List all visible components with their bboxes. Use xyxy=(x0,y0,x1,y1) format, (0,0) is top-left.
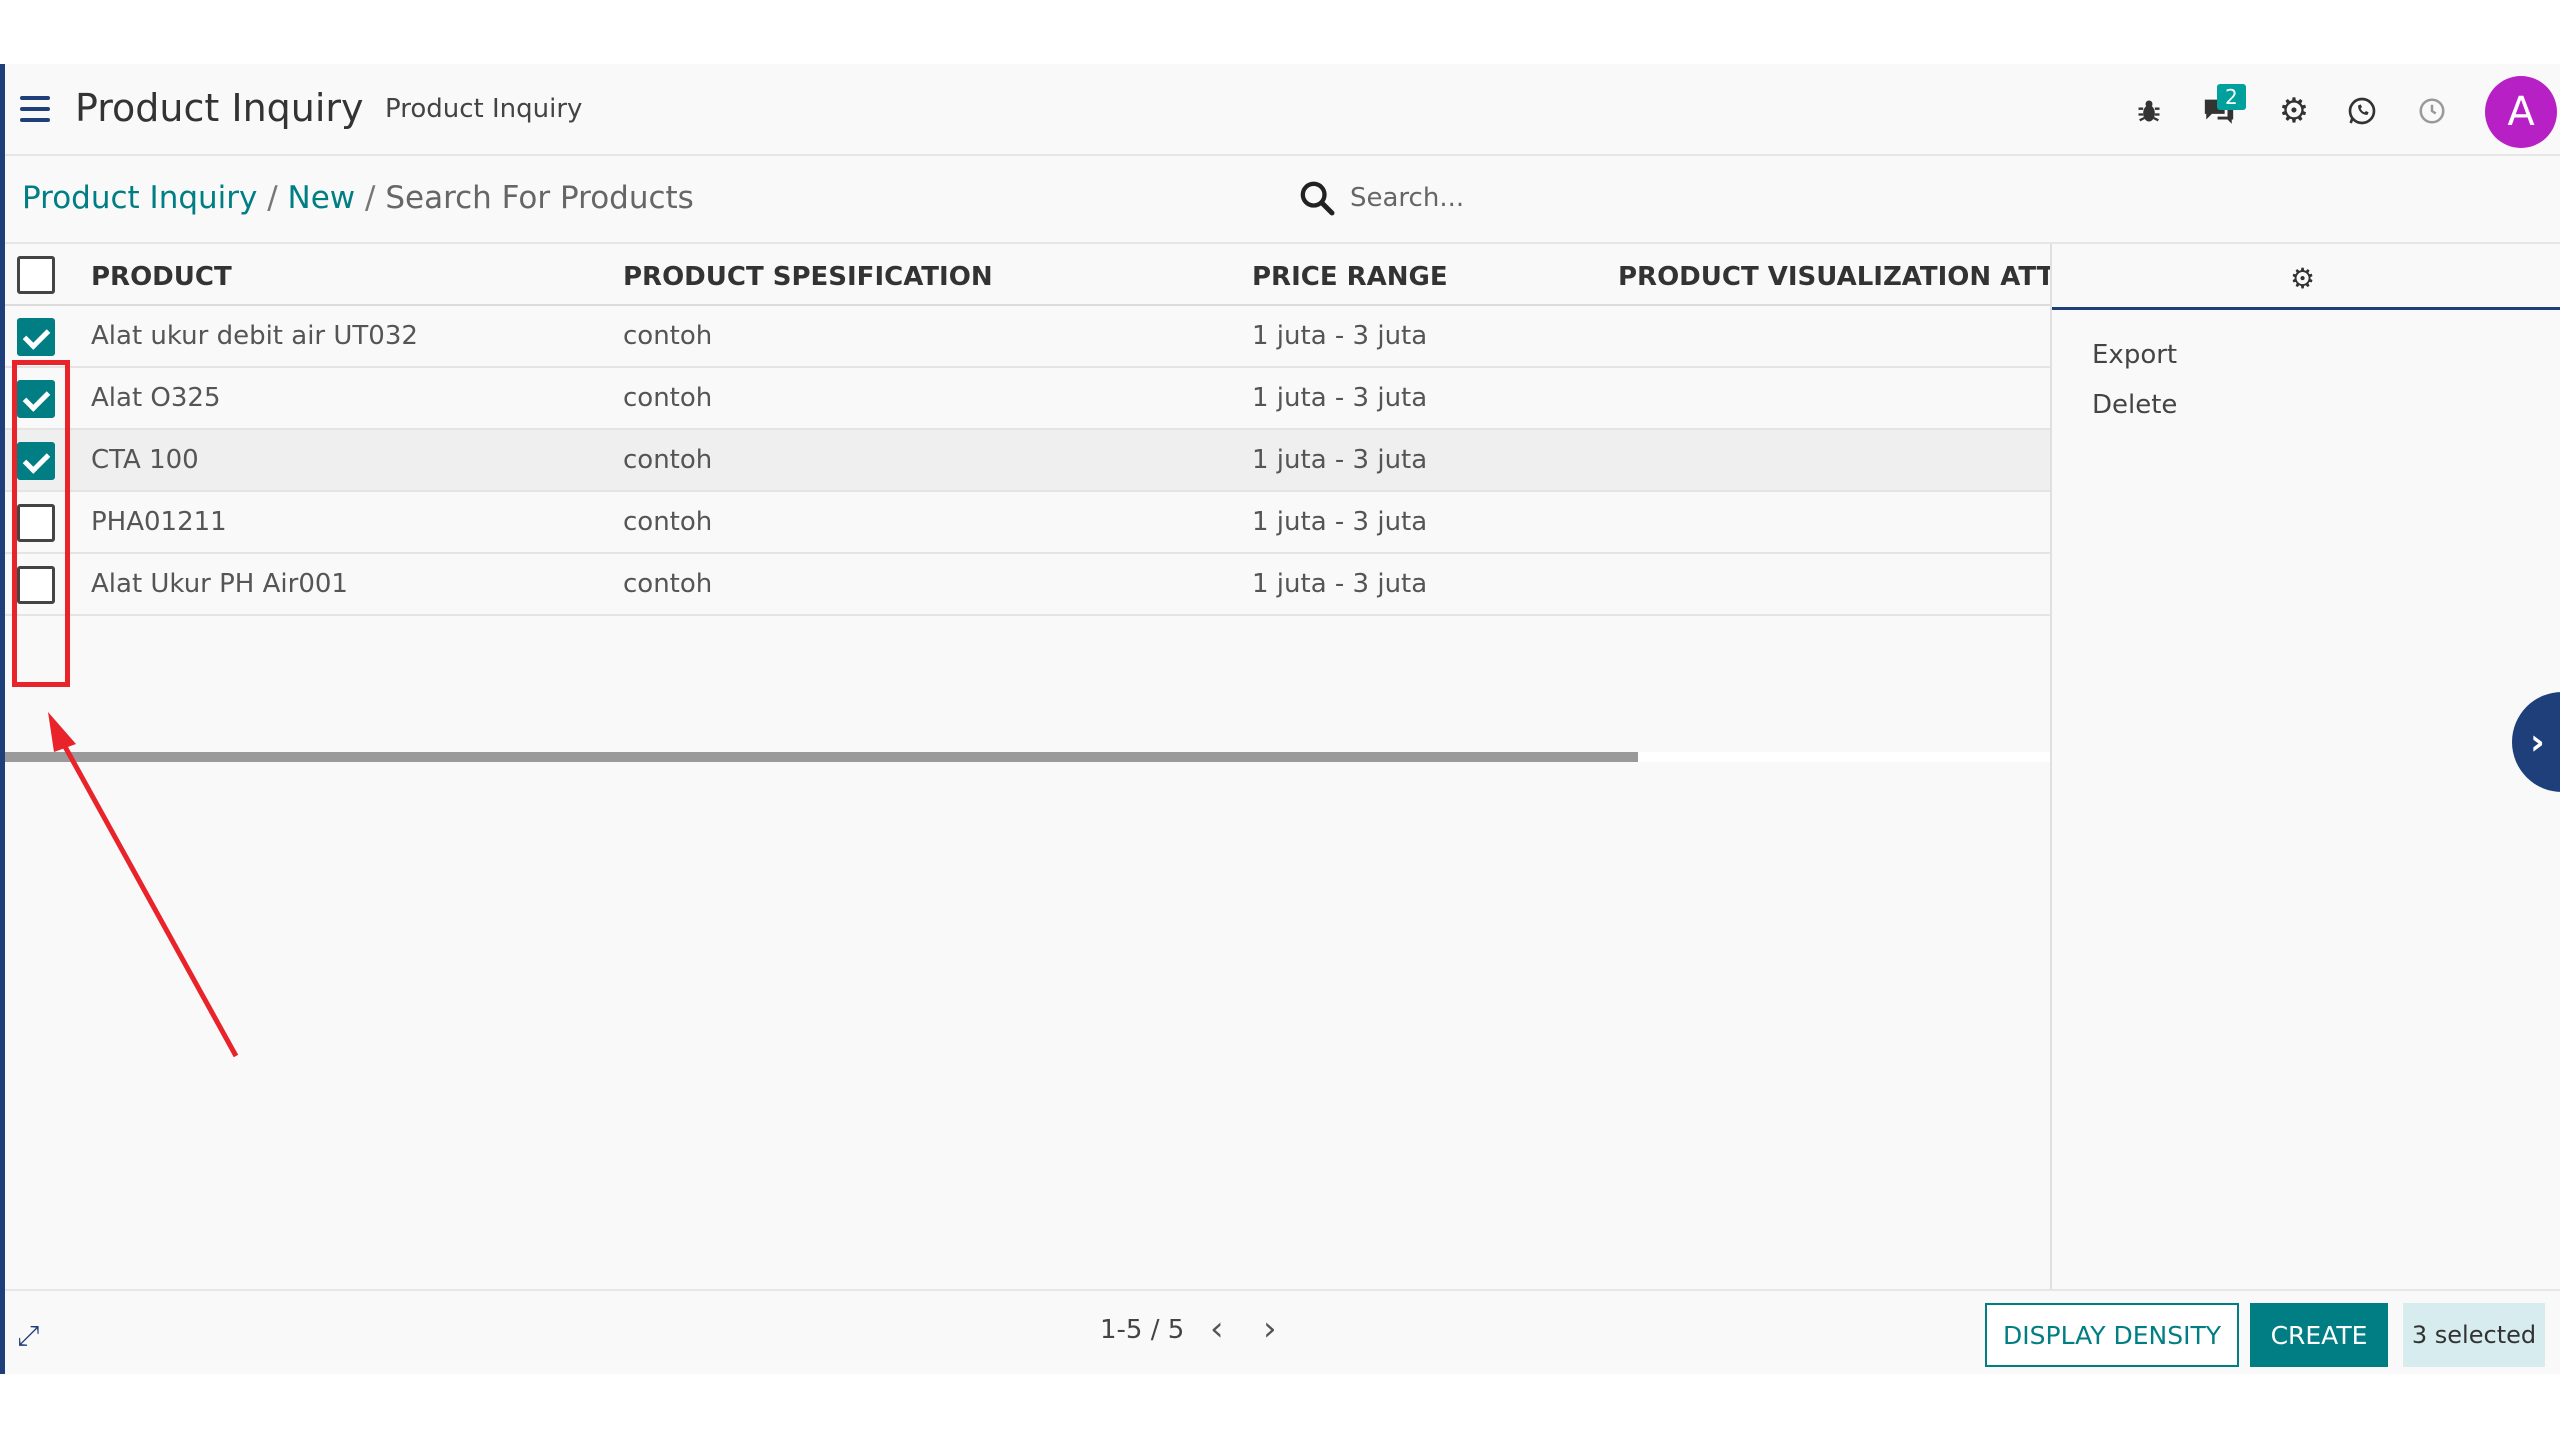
annotation-arrow-icon xyxy=(48,712,239,1058)
cell-product: CTA 100 xyxy=(91,445,199,475)
display-density-button[interactable]: DISPLAY DENSITY xyxy=(1985,1303,2239,1367)
action-export[interactable]: Export xyxy=(2092,340,2177,370)
table-row[interactable]: Alat ukur debit air UT032 contoh 1 juta … xyxy=(5,306,2050,368)
cell-price-range: 1 juta - 3 juta xyxy=(1252,507,1428,537)
menu-product-inquiry[interactable]: Product Inquiry xyxy=(385,94,582,124)
create-button[interactable]: CREATE xyxy=(2250,1303,2388,1367)
cell-price-range: 1 juta - 3 juta xyxy=(1252,321,1428,351)
selected-count-badge[interactable]: 3 selected xyxy=(2403,1303,2545,1367)
app-title: Product Inquiry xyxy=(75,86,364,130)
cell-specification: contoh xyxy=(623,321,713,351)
cell-product: Alat Ukur PH Air001 xyxy=(91,569,348,599)
footer-bar: ⤢ 1-5 / 5 ‹ › DISPLAY DENSITY CREATE 3 s… xyxy=(5,1289,2560,1374)
cell-price-range: 1 juta - 3 juta xyxy=(1252,445,1428,475)
table-row[interactable]: Alat Ukur PH Air001 contoh 1 juta - 3 ju… xyxy=(5,554,2050,616)
search-icon[interactable] xyxy=(1297,178,1337,218)
action-delete[interactable]: Delete xyxy=(2092,390,2177,420)
cell-price-range: 1 juta - 3 juta xyxy=(1252,383,1428,413)
chat-count-badge: 2 xyxy=(2217,84,2246,110)
select-all-checkbox[interactable] xyxy=(17,256,55,294)
list-header: PRODUCT PRODUCT SPESIFICATION PRICE RANG… xyxy=(5,244,2050,306)
chevron-right-icon: › xyxy=(2530,722,2545,763)
breadcrumb-separator: / xyxy=(257,180,288,216)
cell-specification: contoh xyxy=(623,383,713,413)
search-input[interactable] xyxy=(1350,176,2050,220)
breadcrumb: Product Inquiry / New / Search For Produ… xyxy=(22,180,694,216)
table-row[interactable]: CTA 100 contoh 1 juta - 3 juta xyxy=(5,430,2050,492)
settings-gear-icon[interactable]: ⚙ xyxy=(2275,91,2313,131)
whatsapp-icon[interactable] xyxy=(2343,92,2381,130)
expand-icon[interactable]: ⤢ xyxy=(17,1319,39,1353)
product-list: PRODUCT PRODUCT SPESIFICATION PRICE RANG… xyxy=(5,244,2050,1289)
sidebar-gear-icon[interactable]: ⚙ xyxy=(2290,262,2315,295)
table-row[interactable]: Alat O325 contoh 1 juta - 3 juta xyxy=(5,368,2050,430)
column-header-specification[interactable]: PRODUCT SPESIFICATION xyxy=(623,262,993,292)
control-panel: Product Inquiry / New / Search For Produ… xyxy=(5,156,2560,244)
cell-product: Alat O325 xyxy=(91,383,221,413)
breadcrumb-new[interactable]: New xyxy=(288,180,356,216)
bug-icon[interactable] xyxy=(2130,92,2168,130)
pager-previous-icon[interactable]: ‹ xyxy=(1210,1309,1224,1349)
cell-specification: contoh xyxy=(623,507,713,537)
cell-specification: contoh xyxy=(623,569,713,599)
cell-product: PHA01211 xyxy=(91,507,227,537)
app-window: Product Inquiry Product Inquiry 2 ⚙ A Pr… xyxy=(0,64,2560,1374)
column-header-attachment[interactable]: PRODUCT VISUALIZATION ATTACHMENT xyxy=(1618,262,2050,292)
top-navbar: Product Inquiry Product Inquiry 2 ⚙ A xyxy=(5,64,2560,156)
table-row[interactable]: PHA01211 contoh 1 juta - 3 juta xyxy=(5,492,2050,554)
breadcrumb-product-inquiry[interactable]: Product Inquiry xyxy=(22,180,257,216)
cell-product: Alat ukur debit air UT032 xyxy=(91,321,418,351)
user-avatar[interactable]: A xyxy=(2485,76,2557,148)
cell-specification: contoh xyxy=(623,445,713,475)
hamburger-menu-icon[interactable] xyxy=(20,96,50,122)
row-checkbox[interactable] xyxy=(17,318,55,356)
column-header-product[interactable]: PRODUCT xyxy=(91,262,232,292)
column-header-price-range[interactable]: PRICE RANGE xyxy=(1252,262,1448,292)
clock-icon[interactable] xyxy=(2413,92,2451,130)
pager-next-icon[interactable]: › xyxy=(1263,1309,1277,1349)
action-sidebar: ⚙ Export Delete xyxy=(2050,244,2560,1289)
sidebar-header: ⚙ xyxy=(2052,244,2560,310)
cell-price-range: 1 juta - 3 juta xyxy=(1252,569,1428,599)
pager-value[interactable]: 1-5 / 5 xyxy=(1100,1315,1184,1345)
breadcrumb-separator: / xyxy=(355,180,386,216)
breadcrumb-current: Search For Products xyxy=(385,180,694,216)
annotation-highlight-box xyxy=(12,360,70,687)
